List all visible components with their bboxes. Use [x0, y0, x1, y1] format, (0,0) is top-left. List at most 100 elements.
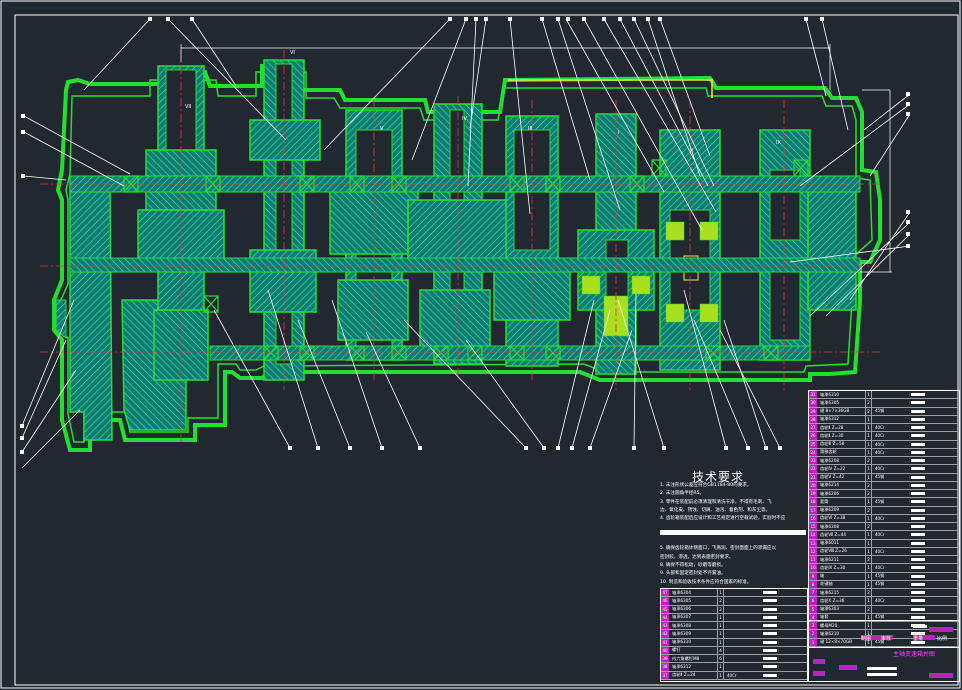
part-number: 19	[809, 490, 817, 498]
part-material: 40Cr	[875, 449, 885, 455]
title-block-magenta-bar	[929, 673, 953, 678]
parts-list-row: 23 轴承6208 2	[809, 457, 959, 466]
title-block-row: 重量	[913, 636, 924, 642]
parts-list-row: 40 螺钉 4	[661, 646, 807, 655]
part-name: 轴承6312	[672, 663, 692, 669]
part-remark-mark	[911, 574, 925, 578]
parts-list-row: 16 齿轮Ⅵ Z=38 1 40Cr	[809, 514, 959, 523]
part-remark-mark	[763, 632, 777, 636]
part-name: 套筒	[820, 498, 829, 504]
item-balloon	[20, 450, 24, 454]
part-quantity: 2	[865, 490, 872, 498]
parts-list-row: 6 齿轮Ⅹ Z=36 1 40Cr	[809, 597, 959, 606]
part-remark-mark	[911, 401, 925, 405]
part-quantity: 1	[865, 432, 872, 440]
part-name: 轴承6215	[820, 589, 840, 595]
parts-list-row: 10 齿轮Ⅸ Z=30 1 40Cr	[809, 564, 959, 573]
item-balloon	[190, 17, 194, 21]
part-quantity: 2	[865, 407, 872, 415]
item-balloon	[524, 446, 528, 450]
part-remark-mark	[911, 599, 925, 603]
part-quantity: 1	[717, 630, 724, 638]
part-name: 轴承6214	[820, 482, 840, 488]
part-name: 轴承6209	[820, 507, 840, 513]
part-material: 40Cr	[875, 425, 885, 431]
item-balloon	[646, 17, 650, 21]
item-balloon	[602, 17, 606, 21]
part-material: 45钢	[875, 408, 885, 414]
part-quantity: 1	[865, 514, 872, 522]
part-quantity: 1	[865, 448, 872, 456]
part-remark-mark	[911, 393, 925, 397]
item-balloon	[746, 446, 750, 450]
item-balloon	[21, 174, 25, 178]
part-material: 45钢	[875, 474, 885, 480]
item-balloon	[906, 112, 910, 116]
part-material: 45钢	[875, 581, 885, 587]
parts-list-row: 9 轴 1 45钢	[809, 572, 959, 581]
item-balloon	[316, 446, 320, 450]
part-number: 46	[661, 597, 669, 605]
item-balloon	[540, 17, 544, 21]
item-balloon	[906, 232, 910, 236]
part-number: 39	[661, 655, 669, 663]
part-remark-mark	[763, 673, 777, 677]
requirement-item: 边、氧化皮、锈蚀、切屑、油污、着色剂、和灰尘等。	[660, 507, 771, 513]
part-quantity: 2	[865, 556, 872, 564]
item-balloon	[906, 244, 910, 248]
part-number: 41	[661, 638, 669, 646]
requirement-item: 9. 头部和固定密封处不许漏油。	[660, 571, 726, 577]
part-name: 齿轮Ⅳ Z=22	[820, 465, 846, 471]
requirement-item: 密封胶，渗透，达到表面密封要求。	[660, 554, 734, 560]
item-balloon	[21, 114, 25, 118]
part-quantity: 1	[865, 473, 872, 481]
part-number: 28	[809, 415, 817, 423]
part-remark-mark	[911, 541, 925, 545]
parts-list-row: 28 轴承6312 1	[809, 415, 959, 424]
parts-list-bottom: 47 轴承6304 1 46 轴承6305 2 45 轴承6306 2 44 轴承6307 1 43 轴承…	[660, 588, 808, 682]
part-quantity: 2	[865, 589, 872, 597]
part-remark-mark	[911, 558, 925, 562]
item-balloon	[820, 17, 824, 21]
item-balloon	[618, 17, 622, 21]
parts-list-row: 29 键 8×7×36GB 2 45钢	[809, 407, 959, 416]
part-name: 轴承6312	[820, 416, 840, 422]
title-block-magenta-bar	[813, 659, 825, 664]
part-material: 40Cr	[875, 466, 885, 472]
item-balloon	[632, 446, 636, 450]
part-name: 键 8×7×36GB	[820, 408, 850, 414]
part-number: 16	[809, 514, 817, 522]
title-block-row: 制图	[861, 636, 872, 642]
part-name: 轴承6303	[820, 606, 840, 612]
part-remark-mark	[911, 500, 925, 504]
parts-list-row: 27 齿轮Ⅱ Z=28 1 40Cr	[809, 424, 959, 433]
part-number: 18	[809, 498, 817, 506]
part-number: 8	[809, 580, 817, 588]
part-number: 42	[661, 630, 669, 638]
part-number: 7	[809, 589, 817, 597]
parts-list-row: 21 齿轮Ⅴ Z=42 1 45钢	[809, 473, 959, 482]
part-quantity: 1	[865, 465, 872, 473]
item-balloon	[570, 446, 574, 450]
part-remark-mark	[763, 657, 777, 661]
item-balloon	[566, 17, 570, 21]
parts-list-row: 24 滑移齿轮 1 40Cr	[809, 448, 959, 457]
part-quantity: 1	[865, 391, 872, 399]
part-remark-mark	[911, 450, 925, 454]
part-remark-mark	[911, 467, 925, 471]
parts-list-row: 43 轴承6308 1	[661, 622, 807, 631]
part-name: 齿轮Ⅹ Z=36	[820, 597, 845, 603]
part-number: 12	[809, 547, 817, 555]
part-name: 齿轮Ⅱ Z=28	[820, 424, 844, 430]
title-block-white-bar	[867, 673, 897, 676]
title-block-row: 审核	[881, 636, 892, 642]
part-name: 轴承6308	[820, 523, 840, 529]
item-balloon	[380, 446, 384, 450]
part-number: 45	[661, 605, 669, 613]
part-quantity: 6	[717, 655, 724, 663]
parts-list-row: 20 轴承6214 2	[809, 481, 959, 490]
parts-list-row: 19 轴承6206 2	[809, 490, 959, 499]
part-remark-mark	[911, 533, 925, 537]
title-block: 制图 审核 重量 比例 主轴变速箱并图	[808, 620, 960, 682]
shaft-label-v: V	[380, 126, 384, 132]
